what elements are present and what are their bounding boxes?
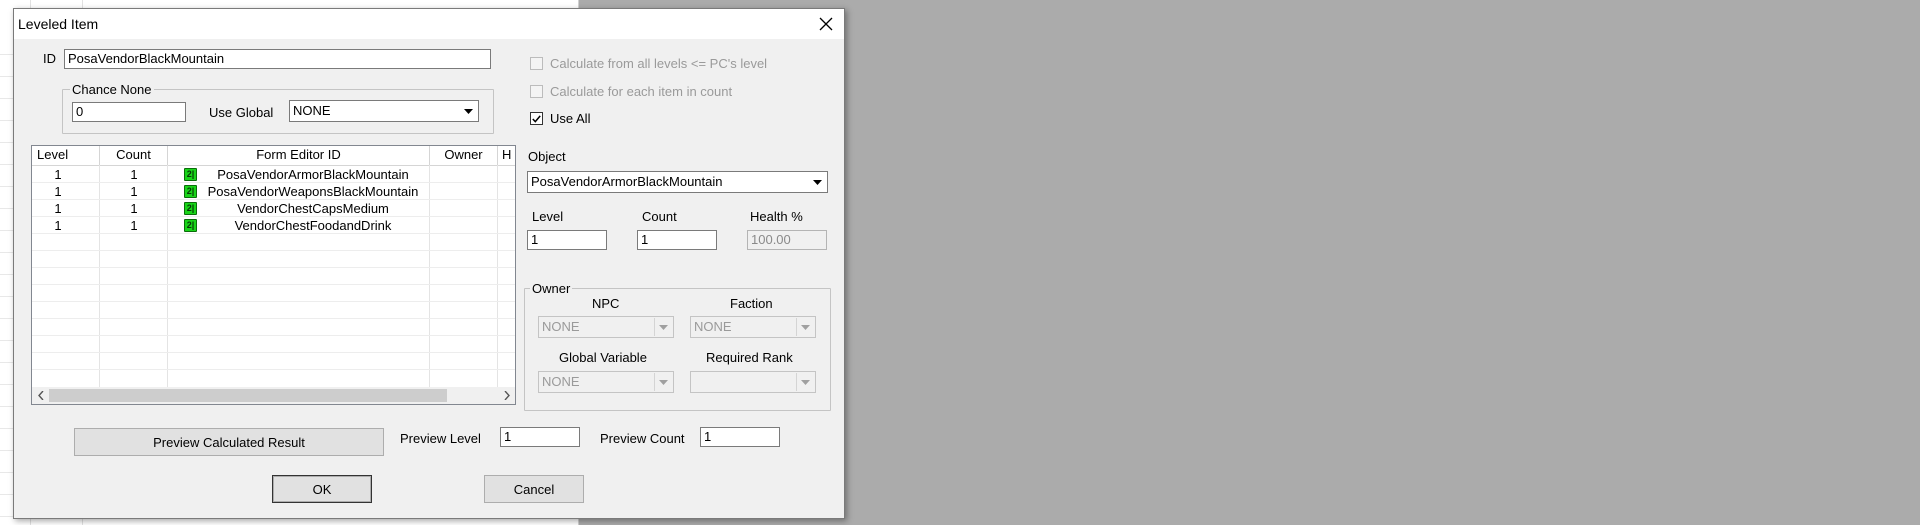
chevron-down-icon: [809, 173, 826, 191]
object-label: Object: [528, 149, 566, 164]
scrollbar-thumb[interactable]: [49, 389, 447, 402]
preview-count-label: Preview Count: [600, 431, 685, 446]
row-form-id: VendorChestCapsMedium: [237, 201, 389, 216]
preview-level-label: Preview Level: [400, 431, 481, 446]
npc-select: NONE: [538, 316, 674, 338]
list-item[interactable]: 1 1 2| PosaVendorArmorBlackMountain: [32, 166, 515, 183]
row-divider: [32, 250, 515, 251]
leveled-item-dialog: Leveled Item ID PosaVendorBlackMountain …: [13, 8, 845, 519]
row-divider: [32, 267, 515, 268]
row-count: 1: [130, 167, 138, 182]
column-header-owner[interactable]: Owner: [430, 146, 498, 165]
leveled-list[interactable]: Level Count Form Editor ID Owner H 1 1 2…: [31, 145, 516, 405]
level-label: Level: [532, 209, 564, 224]
calc-all-levels-label: Calculate from all levels <= PC's level: [550, 56, 768, 71]
object-select[interactable]: PosaVendorArmorBlackMountain: [527, 171, 828, 193]
use-all-label: Use All: [550, 111, 591, 126]
owner-legend: Owner: [530, 281, 573, 296]
list-header: Level Count Form Editor ID Owner H: [32, 146, 515, 166]
faction-select: NONE: [690, 316, 816, 338]
use-global-label: Use Global: [209, 105, 274, 120]
row-count: 1: [130, 218, 138, 233]
close-icon: [819, 17, 833, 31]
dialog-title: Leveled Item: [18, 16, 99, 32]
calc-all-levels-checkbox[interactable]: [530, 57, 543, 70]
global-variable-value: NONE: [542, 374, 580, 389]
health-input: 100.00: [747, 230, 827, 250]
preview-calculated-result-button[interactable]: Preview Calculated Result: [74, 428, 384, 456]
chance-none-input[interactable]: 0: [72, 102, 186, 122]
level-input[interactable]: 1: [527, 230, 607, 250]
calc-all-levels-option[interactable]: Calculate from all levels <= PC's level: [530, 56, 767, 71]
use-global-value: NONE: [293, 103, 331, 118]
calc-each-item-checkbox[interactable]: [530, 85, 543, 98]
preview-level-input[interactable]: 1: [500, 427, 580, 447]
use-all-option[interactable]: Use All: [530, 111, 590, 126]
list-item[interactable]: 1 1 2| VendorChestCapsMedium: [32, 200, 515, 217]
id-input[interactable]: PosaVendorBlackMountain: [64, 49, 491, 69]
id-label: ID: [43, 51, 56, 66]
chevron-down-icon: [796, 318, 814, 336]
calc-each-item-option[interactable]: Calculate for each item in count: [530, 84, 732, 99]
required-rank-label: Required Rank: [706, 350, 793, 365]
list-item[interactable]: 1 1 2| PosaVendorWeaponsBlackMountain: [32, 183, 515, 200]
column-header-count[interactable]: Count: [100, 146, 168, 165]
column-header-health[interactable]: H: [498, 146, 515, 165]
row-divider: [32, 335, 515, 336]
chevron-down-icon: [460, 102, 477, 120]
chevron-left-icon[interactable]: [32, 387, 49, 404]
row-divider: [32, 369, 515, 370]
chevron-right-icon[interactable]: [498, 387, 515, 404]
chevron-down-icon: [796, 373, 814, 391]
title-bar: Leveled Item: [14, 9, 844, 39]
row-divider: [32, 318, 515, 319]
row-count: 1: [130, 201, 138, 216]
horizontal-scrollbar[interactable]: [32, 387, 515, 404]
calc-each-item-label: Calculate for each item in count: [550, 84, 733, 99]
row-count: 1: [130, 184, 138, 199]
count-input[interactable]: 1: [637, 230, 717, 250]
row-divider: [32, 301, 515, 302]
row-divider: [32, 352, 515, 353]
global-variable-select: NONE: [538, 371, 674, 393]
required-rank-select: [690, 371, 816, 393]
row-level: 1: [54, 184, 62, 199]
faction-value: NONE: [694, 319, 732, 334]
object-value: PosaVendorArmorBlackMountain: [531, 174, 723, 189]
chance-none-legend: Chance None: [70, 82, 154, 97]
chevron-down-icon: [654, 373, 672, 391]
row-form-id: PosaVendorArmorBlackMountain: [217, 167, 409, 182]
column-header-form-editor-id[interactable]: Form Editor ID: [168, 146, 430, 165]
checkmark-icon: [532, 114, 541, 123]
chevron-down-icon: [654, 318, 672, 336]
faction-label: Faction: [730, 296, 773, 311]
row-level: 1: [54, 201, 62, 216]
cancel-button[interactable]: Cancel: [484, 475, 584, 503]
count-label: Count: [642, 209, 677, 224]
preview-count-input[interactable]: 1: [700, 427, 780, 447]
npc-value: NONE: [542, 319, 580, 334]
row-form-id: PosaVendorWeaponsBlackMountain: [207, 184, 419, 199]
use-all-checkbox[interactable]: [530, 112, 543, 125]
npc-label: NPC: [592, 296, 620, 311]
close-button[interactable]: [808, 9, 844, 39]
column-header-level[interactable]: Level: [32, 146, 100, 165]
row-form-id: VendorChestFoodandDrink: [234, 218, 392, 233]
row-level: 1: [54, 167, 62, 182]
list-item[interactable]: 1 1 2| VendorChestFoodandDrink: [32, 217, 515, 234]
ok-button[interactable]: OK: [272, 475, 372, 503]
use-global-select[interactable]: NONE: [289, 100, 479, 122]
health-label: Health %: [750, 209, 803, 224]
row-divider: [32, 284, 515, 285]
row-level: 1: [54, 218, 62, 233]
global-variable-label: Global Variable: [559, 350, 647, 365]
